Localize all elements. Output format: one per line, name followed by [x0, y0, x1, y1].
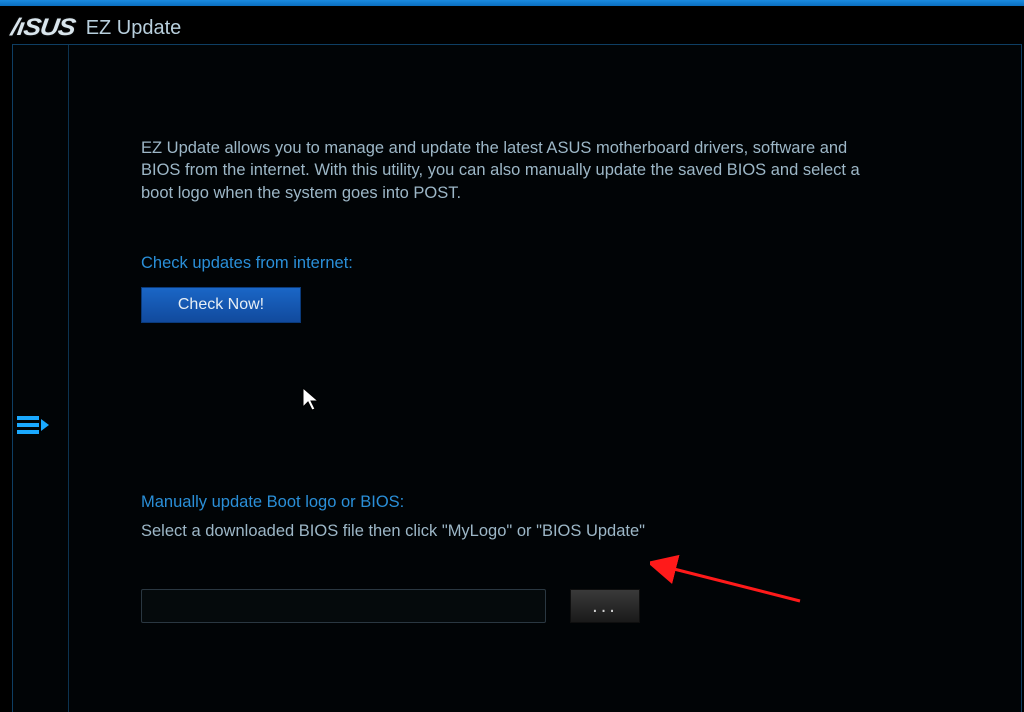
file-select-row: ...	[141, 589, 951, 623]
description-text: EZ Update allows you to manage and updat…	[141, 137, 861, 204]
app-title: EZ Update	[86, 17, 182, 40]
sidebar-rail	[13, 45, 55, 712]
bios-file-input[interactable]	[141, 589, 546, 623]
check-updates-label: Check updates from internet:	[141, 254, 951, 273]
hamburger-icon	[17, 413, 39, 437]
manual-update-label: Manually update Boot logo or BIOS:	[141, 493, 951, 512]
chevron-right-icon	[41, 419, 49, 431]
sidebar-expand-icon[interactable]	[17, 413, 49, 437]
main-frame: EZ Update allows you to manage and updat…	[12, 44, 1022, 712]
check-now-button[interactable]: Check Now!	[141, 287, 301, 323]
content-area: EZ Update allows you to manage and updat…	[69, 45, 1021, 712]
browse-button[interactable]: ...	[570, 589, 640, 623]
asus-logo: /ıSUS	[9, 14, 76, 42]
manual-update-instruction: Select a downloaded BIOS file then click…	[141, 522, 951, 541]
